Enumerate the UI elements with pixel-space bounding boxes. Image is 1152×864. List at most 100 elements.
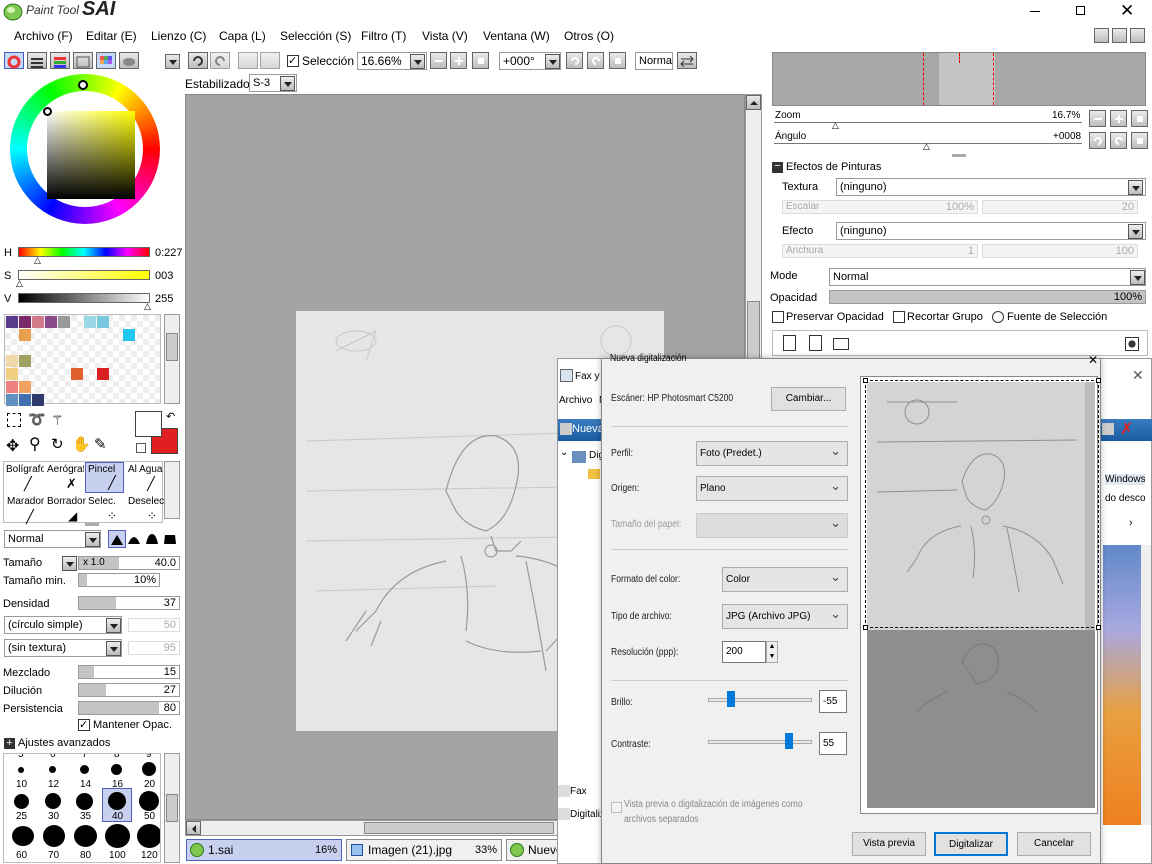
texture-select[interactable]: (ninguno) [836, 178, 1146, 196]
swap-colors-icon[interactable]: ↶ [166, 410, 175, 423]
cancel-button[interactable]: Cancelar [1017, 832, 1091, 856]
profile-select[interactable]: Foto (Predet.) [696, 439, 848, 466]
preview-button[interactable]: Vista previa [852, 832, 926, 856]
size-multiplier-dropdown[interactable] [62, 556, 77, 571]
lasso-icon[interactable]: ➰ [28, 411, 45, 428]
s-slider[interactable] [18, 270, 150, 280]
menu-seleccion[interactable]: Selección (S) [280, 29, 351, 43]
swatch[interactable] [58, 316, 70, 328]
swatch[interactable] [32, 394, 44, 406]
nav-splitter[interactable] [952, 154, 966, 157]
swatch[interactable] [19, 316, 31, 328]
angle-dropdown-icon[interactable] [545, 54, 560, 69]
restore-icon[interactable] [1076, 6, 1085, 15]
swatch[interactable] [123, 329, 135, 341]
tool-aerografo[interactable]: Aerógrafo✗ [44, 462, 84, 493]
separate-files-checkbox[interactable] [611, 802, 622, 813]
blend-mode-field[interactable]: Normal [635, 52, 673, 70]
swatch[interactable] [6, 368, 18, 380]
persistence-slider[interactable]: 80 [78, 701, 180, 715]
brush-texture-select[interactable]: (sin textura) [4, 639, 122, 657]
brush-size-dot[interactable] [45, 793, 61, 809]
contrast-input[interactable]: 55 [819, 732, 847, 755]
preserve-opacity-checkbox[interactable] [772, 311, 784, 323]
sv-marker-icon[interactable] [43, 107, 52, 116]
magic-wand-icon[interactable]: ⚚ [51, 412, 64, 429]
swatch[interactable] [32, 316, 44, 328]
zoom-tool-icon[interactable]: ⚲ [29, 434, 41, 454]
brush-size-dot[interactable] [105, 824, 130, 848]
v-slider[interactable] [18, 293, 150, 303]
effect-dropdown-icon[interactable] [1128, 224, 1143, 239]
brush-size-dot[interactable] [80, 765, 89, 774]
menu-archivo[interactable]: Archivo (F) [14, 29, 73, 43]
resolution-input[interactable]: 200 [722, 641, 766, 663]
source-select[interactable]: Plano [696, 474, 848, 501]
new-linework-layer-icon[interactable] [809, 335, 822, 351]
brush-size-dot[interactable] [43, 825, 65, 847]
fax-menu-archivo[interactable]: Archivo [559, 395, 592, 406]
swatch[interactable] [6, 355, 18, 367]
tool-borrador[interactable]: Borrador ◢ [44, 493, 86, 524]
scale-strength-slider[interactable]: 20 [982, 200, 1138, 214]
rotate-reset-button[interactable] [609, 52, 626, 69]
texture-dropdown-icon[interactable] [1128, 180, 1143, 195]
scan-button[interactable]: Digitalizar [934, 832, 1008, 856]
clip-group-checkbox[interactable] [893, 311, 905, 323]
minimize-icon[interactable] [1030, 11, 1040, 12]
tool-selec[interactable]: Selec. ⁘ [85, 493, 125, 524]
brush-size-scrollbar[interactable] [164, 753, 180, 863]
redo-button[interactable] [210, 52, 230, 69]
brush-size-dot[interactable] [137, 824, 160, 848]
brush-texture-slider[interactable]: 95 [128, 641, 180, 655]
sv-square[interactable] [47, 111, 135, 199]
swatch[interactable] [19, 394, 31, 406]
zoom-reset-button[interactable] [472, 52, 489, 69]
new-folder-icon[interactable] [833, 338, 849, 350]
brush-size-dot[interactable] [49, 766, 56, 773]
tab-nuevo[interactable]: Nuevo [506, 839, 563, 861]
edge-hard-button[interactable] [108, 530, 126, 548]
brush-size-dot[interactable] [139, 791, 159, 811]
scale-slider[interactable]: Escalar 100% [782, 200, 978, 214]
hand-tool-icon[interactable]: ✋ [72, 435, 91, 453]
fax-list-dig[interactable]: Digitaliz [570, 809, 605, 820]
menu-vista[interactable]: Vista (V) [422, 29, 468, 43]
resolution-stepper[interactable]: ▲ ▼ [766, 641, 778, 663]
density-slider[interactable]: 37 [78, 596, 180, 610]
brush-shape-slider[interactable]: 50 [128, 618, 180, 632]
menu-capa[interactable]: Capa (L) [219, 29, 266, 43]
fax-vscroll[interactable] [1141, 545, 1151, 825]
swatch[interactable] [6, 394, 18, 406]
brush-size-dot[interactable] [76, 793, 93, 810]
doc-minimize-button[interactable] [1094, 28, 1109, 43]
deselect-button[interactable] [238, 52, 258, 69]
tool-boligrafo[interactable]: Bolígrafo ╱ [4, 462, 44, 493]
doc-restore-button[interactable] [1112, 28, 1127, 43]
menu-lienzo[interactable]: Lienzo (C) [151, 29, 206, 43]
brush-shape-dropdown-icon[interactable] [106, 618, 121, 633]
swatch[interactable] [19, 329, 31, 341]
scan-preview-pane[interactable] [860, 376, 1101, 814]
zoom-dropdown-icon[interactable] [410, 54, 425, 69]
hsv-slider-tab[interactable] [50, 52, 70, 69]
edge-flat-button[interactable] [162, 530, 180, 548]
brush-size-dot[interactable] [12, 826, 34, 846]
panel-menu-button[interactable] [165, 54, 180, 69]
rotate-right-button[interactable] [587, 52, 604, 69]
brush-size-dot[interactable] [111, 764, 122, 775]
brush-size-dot[interactable] [14, 794, 29, 809]
fax-delete-icon[interactable]: ✗ [1120, 419, 1133, 439]
dilution-slider[interactable]: 27 [78, 683, 180, 697]
keep-opacity-checkbox[interactable]: ✓ [78, 719, 90, 731]
brush-mode-dropdown-icon[interactable] [85, 532, 100, 547]
swatch[interactable] [45, 316, 57, 328]
paper-size-select[interactable] [696, 511, 848, 538]
menu-editar[interactable]: Editar (E) [86, 29, 137, 43]
selection-source-radio[interactable] [992, 311, 1004, 323]
new-layer-icon[interactable] [783, 335, 796, 351]
eyedropper-icon[interactable]: ✎ [94, 435, 107, 453]
effect-select[interactable]: (ninguno) [836, 222, 1146, 240]
menu-filtro[interactable]: Filtro (T) [361, 29, 406, 43]
swatch[interactable] [97, 316, 109, 328]
